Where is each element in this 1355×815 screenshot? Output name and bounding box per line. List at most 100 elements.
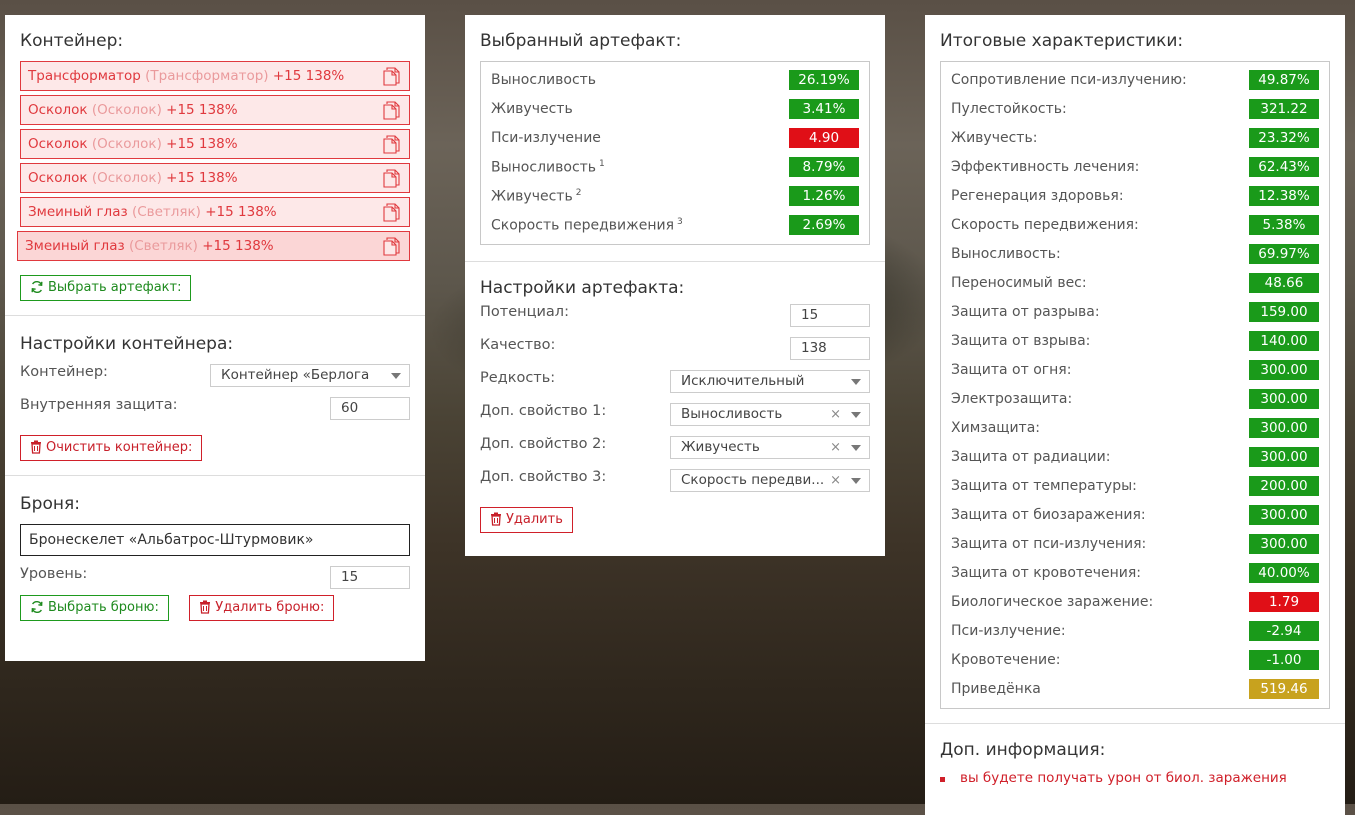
stat-footnote: 3 <box>677 217 683 227</box>
stat-value-badge: 26.19% <box>789 70 859 90</box>
stat-label: Защита от температуры: <box>951 478 1137 494</box>
stat-name: Биологическое заражение: <box>951 594 1153 610</box>
armor-input[interactable]: Бронескелет «Альбатрос-Штурмовик» <box>20 524 410 556</box>
stat-label: Защита от разрыва: <box>951 304 1100 320</box>
stat-label: Эффективность лечения: <box>951 159 1140 175</box>
copy-icon[interactable] <box>383 67 401 86</box>
clear-icon[interactable]: × <box>826 437 841 458</box>
total-stat-row: Защита от биозаражения: 300.00 <box>951 501 1319 530</box>
stat-name: Защита от взрыва: <box>951 333 1090 349</box>
armor-level-row: Уровень: 15 <box>20 566 410 599</box>
stat-name: Кровотечение: <box>951 652 1060 668</box>
artifact-settings-section: Настройки артефакта: Потенциал: 15 Качес… <box>465 261 885 547</box>
prop3-select[interactable]: Скорость передви... × <box>670 469 870 492</box>
stat-value-badge: 300.00 <box>1249 360 1319 380</box>
chevron-down-icon <box>851 412 861 418</box>
info-list: вы будете получать урон от биол. заражен… <box>940 770 1330 786</box>
total-stat-row: Пулестойкость: 321.22 <box>951 95 1319 124</box>
clear-icon[interactable]: × <box>826 404 841 425</box>
stat-name: Живучесть 2 <box>491 188 581 205</box>
prop3-select-value: Скорость передви... <box>681 472 825 488</box>
potential-input[interactable]: 15 <box>790 304 870 327</box>
total-stat-row: Кровотечение: -1.00 <box>951 646 1319 675</box>
total-stat-row: Защита от радиации: 300.00 <box>951 443 1319 472</box>
stat-value-badge: 69.97% <box>1249 244 1319 264</box>
stat-value-badge: 140.00 <box>1249 331 1319 351</box>
info-item: вы будете получать урон от биол. заражен… <box>940 770 1330 786</box>
artifact-bonus: +15 138% <box>205 204 277 220</box>
container-row: Контейнер: Контейнер «Берлога... <box>20 364 410 397</box>
prop2-label: Доп. свойство 2: <box>480 436 607 452</box>
copy-icon[interactable] <box>383 203 401 222</box>
copy-icon[interactable] <box>383 237 401 256</box>
prop1-select-value: Выносливость <box>681 406 783 422</box>
prop1-row: Доп. свойство 1: Выносливость × <box>480 403 870 436</box>
container-label: Контейнер: <box>20 364 108 380</box>
stat-name: Живучесть: <box>951 130 1037 146</box>
info-section: Доп. информация: вы будете получать урон… <box>925 723 1345 800</box>
stat-label: Живучесть <box>491 188 573 205</box>
stat-value-badge: 300.00 <box>1249 534 1319 554</box>
inner-protection-input[interactable]: 60 <box>330 397 410 420</box>
quality-input[interactable]: 138 <box>790 337 870 360</box>
total-stat-row: Защита от кровотечения: 40.00% <box>951 559 1319 588</box>
potential-label: Потенциал: <box>480 304 569 320</box>
chevron-down-icon <box>851 478 861 484</box>
container-artifact-item[interactable]: Осколок (Осколок) +15 138% <box>20 95 410 125</box>
stat-footnote: 1 <box>599 159 605 169</box>
copy-icon[interactable] <box>383 101 401 120</box>
container-artifact-item[interactable]: Осколок (Осколок) +15 138% <box>20 129 410 159</box>
armor-level-input[interactable]: 15 <box>330 566 410 589</box>
trash-icon <box>31 440 41 454</box>
total-stat-row: Защита от пси-излучения: 300.00 <box>951 530 1319 559</box>
select-artifact-button[interactable]: Выбрать артефакт: <box>20 275 192 301</box>
stat-value-badge: 49.87% <box>1249 70 1319 90</box>
container-artifact-item[interactable]: Змеиный глаз (Светляк) +15 138% <box>20 197 410 227</box>
artifact-name: Трансформатор <box>28 68 141 84</box>
clear-container-button[interactable]: Очистить контейнер: <box>20 435 203 461</box>
artifact-source: (Трансформатор) <box>145 68 269 84</box>
artifact-name: Осколок <box>28 170 88 186</box>
stat-label: Пси-излучение <box>491 130 601 146</box>
stat-label: Защита от огня: <box>951 362 1072 378</box>
stat-value-badge: 23.32% <box>1249 128 1319 148</box>
prop1-select[interactable]: Выносливость × <box>670 403 870 426</box>
artifact-stats-box: Выносливость 26.19% Живучесть 3.41% Пси-излу… <box>480 61 870 245</box>
container-artifact-item[interactable]: Осколок (Осколок) +15 138% <box>20 163 410 193</box>
container-artifact-item[interactable]: Трансформатор (Трансформатор) +15 138% <box>20 61 410 91</box>
total-stat-row: Переносимый вес: 48.66 <box>951 269 1319 298</box>
stat-label: Химзащита: <box>951 420 1041 436</box>
armor-title: Броня: <box>20 494 80 514</box>
stat-name: Защита от температуры: <box>951 478 1137 494</box>
artifact-stat-row: Скорость передвижения 3 2.69% <box>491 211 859 240</box>
total-stat-row: Электрозащита: 300.00 <box>951 385 1319 414</box>
stat-label: Живучесть <box>491 101 573 117</box>
artifact-bonus: +15 138% <box>166 102 238 118</box>
artifact-bonus: +15 138% <box>272 68 345 84</box>
stat-label: Защита от биозаражения: <box>951 507 1146 523</box>
delete-artifact-button[interactable]: Удалить <box>480 507 573 533</box>
copy-icon[interactable] <box>383 135 401 154</box>
container-select[interactable]: Контейнер «Берлога... <box>210 364 410 387</box>
total-stat-row: Защита от взрыва: 140.00 <box>951 327 1319 356</box>
rarity-select-value: Исключительный <box>681 373 805 389</box>
totals-panel: Итоговые характеристики: Сопротивление п… <box>925 15 1345 815</box>
clear-icon[interactable]: × <box>826 470 841 491</box>
prop2-select[interactable]: Живучесть × <box>670 436 870 459</box>
prop2-select-value: Живучесть <box>681 439 760 455</box>
stat-value-badge: 1.79 <box>1249 592 1319 612</box>
copy-icon[interactable] <box>383 169 401 188</box>
quality-row: Качество: 138 <box>480 337 870 370</box>
rarity-select[interactable]: Исключительный <box>670 370 870 393</box>
artifact-source: (Светляк) <box>131 204 201 220</box>
info-title: Доп. информация: <box>940 740 1106 760</box>
stat-label: Биологическое заражение: <box>951 594 1154 610</box>
select-armor-label: Выбрать броню: <box>48 600 159 615</box>
stat-label: Живучесть: <box>951 130 1038 146</box>
stat-label: Пулестойкость: <box>951 101 1067 117</box>
stat-name: Сопротивление пси-излучению: <box>951 72 1187 88</box>
totals-section: Итоговые характеристики: Сопротивление п… <box>925 15 1345 723</box>
stat-name: Защита от огня: <box>951 362 1071 378</box>
container-artifact-item[interactable]: Змеиный глаз (Светляк) +15 138% <box>17 231 410 261</box>
stat-value-badge: 5.38% <box>1249 215 1319 235</box>
